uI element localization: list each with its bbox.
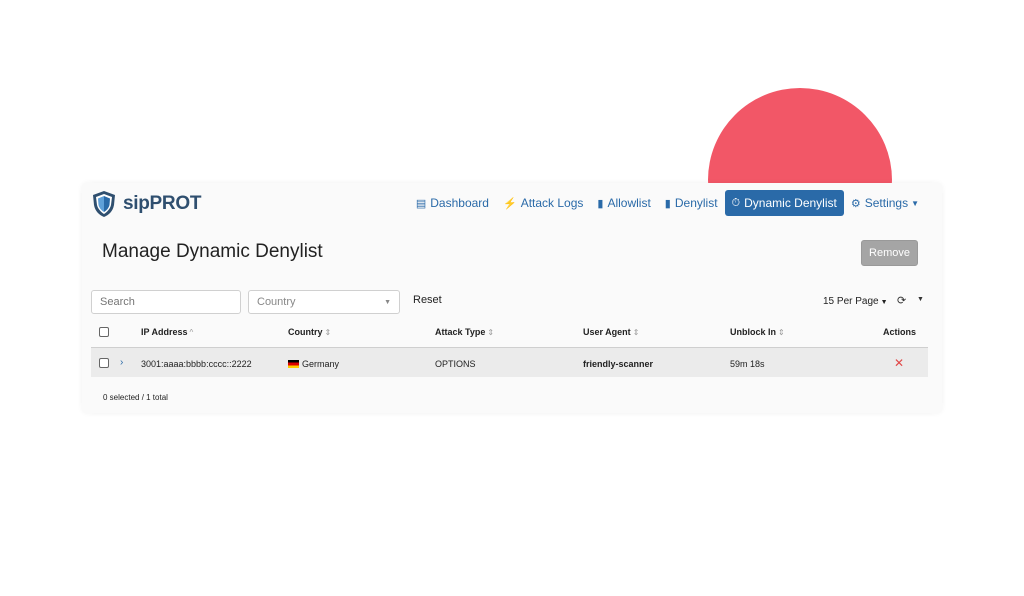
column-header-user-agent[interactable]: User Agent ⇕ (583, 327, 639, 337)
sort-icon: ⇕ (778, 328, 785, 337)
germany-flag-icon (288, 360, 299, 368)
remove-button[interactable]: Remove (861, 240, 918, 266)
nav-allowlist[interactable]: ▮ Allowlist (590, 190, 657, 216)
nav-attack-logs-label: Attack Logs (520, 196, 584, 210)
app-window: sipPROT ▤ Dashboard ⚡ Attack Logs ▮ Allo… (82, 183, 942, 413)
cell-ip: 3001:aaaa:bbbb:cccc::2222 (141, 359, 252, 369)
column-header-attack-type-label: Attack Type (435, 327, 486, 337)
column-header-actions: Actions (883, 327, 917, 337)
lightning-icon: ⚡ (502, 197, 517, 210)
search-input[interactable] (91, 290, 241, 314)
brand-name: sipPROT (123, 193, 202, 214)
caret-down-icon: ▼ (911, 198, 919, 208)
file-icon: ▮ (597, 197, 604, 210)
cell-user-agent: friendly-scanner (583, 359, 654, 369)
stopwatch-icon: ⏱ (731, 196, 741, 209)
cell-country-label: Germany (302, 359, 340, 369)
refresh-icon[interactable]: ⟳ (897, 294, 906, 307)
sort-icon: ⇕ (324, 328, 332, 337)
nav-settings-label: Settings (864, 196, 909, 210)
cell-attack-type: OPTIONS (435, 359, 476, 369)
nav-denylist[interactable]: ▮ Denylist (658, 190, 725, 216)
delete-icon[interactable]: ✕ (894, 356, 904, 370)
sort-icon: ⇕ (632, 328, 640, 337)
column-header-country-label: Country (288, 327, 323, 337)
select-all-checkbox[interactable] (99, 327, 109, 337)
sort-asc-icon: ^ (189, 328, 194, 337)
brand[interactable]: sipPROT (91, 189, 201, 219)
column-header-attack-type[interactable]: Attack Type ⇕ (435, 327, 494, 337)
nav-dynamic-denylist[interactable]: ⏱ Dynamic Denylist (724, 190, 844, 216)
gear-icon: ⚙ (850, 197, 861, 210)
column-header-ip-label: IP Address (141, 327, 188, 337)
nav-dashboard-label: Dashboard (430, 196, 489, 210)
per-page-label: 15 Per Page (823, 296, 879, 307)
cell-unblock-in: 59m 18s (730, 359, 765, 369)
row-checkbox[interactable] (99, 358, 109, 368)
shield-icon (93, 191, 115, 217)
nav-dynamic-denylist-label: Dynamic Denylist (744, 196, 837, 210)
column-header-unblock-in[interactable]: Unblock In ⇕ (730, 327, 785, 337)
dashboard-icon: ▤ (415, 197, 427, 210)
file-icon: ▮ (664, 197, 671, 210)
column-header-unblock-in-label: Unblock In (730, 327, 777, 337)
caret-down-icon: ▼ (880, 299, 888, 306)
column-header-country[interactable]: Country ⇕ (288, 327, 331, 337)
nav-allowlist-label: Allowlist (607, 196, 651, 210)
nav-attack-logs[interactable]: ⚡ Attack Logs (496, 190, 590, 216)
chevron-right-icon[interactable]: › (120, 357, 123, 368)
column-header-ip[interactable]: IP Address ^ (141, 327, 193, 337)
country-select-placeholder: Country (257, 296, 296, 308)
column-header-user-agent-label: User Agent (583, 327, 631, 337)
chevron-down-icon: ▼ (384, 299, 391, 306)
nav-settings[interactable]: ⚙ Settings ▼ (844, 190, 926, 216)
sort-icon: ⇕ (487, 328, 495, 337)
cell-country: Germany (288, 359, 339, 369)
caret-down-icon[interactable]: ▼ (917, 296, 924, 303)
nav-denylist-label: Denylist (674, 196, 718, 210)
country-select[interactable]: Country ▼ (248, 290, 400, 314)
main-nav: ▤ Dashboard ⚡ Attack Logs ▮ Allowlist ▮ … (409, 190, 926, 216)
per-page-dropdown[interactable]: 15 Per Page ▼ (823, 296, 888, 307)
reset-button[interactable]: Reset (413, 294, 442, 306)
nav-dashboard[interactable]: ▤ Dashboard (409, 190, 496, 216)
selection-summary: 0 selected / 1 total (103, 393, 168, 402)
page-title: Manage Dynamic Denylist (102, 241, 323, 262)
